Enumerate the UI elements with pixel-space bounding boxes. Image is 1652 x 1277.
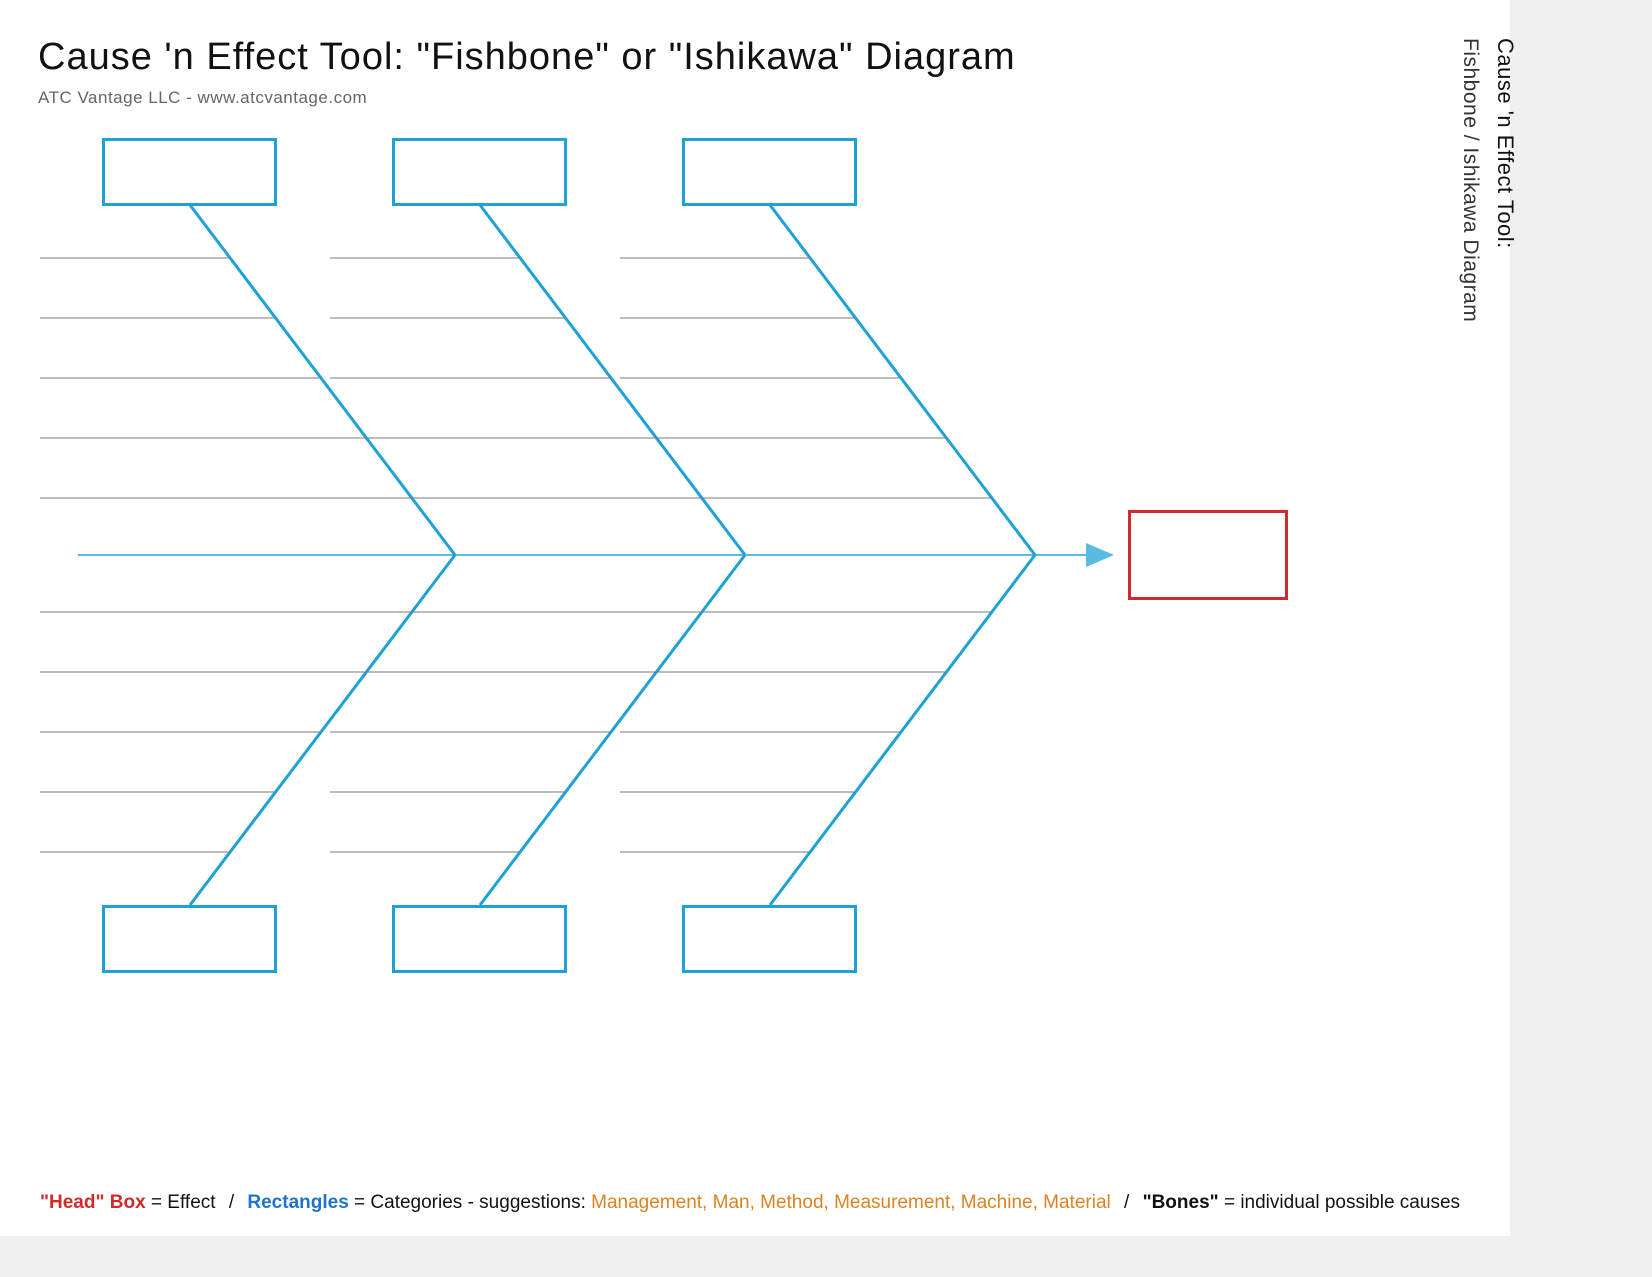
category-box-bot-1 (102, 905, 277, 973)
category-box-bot-3 (682, 905, 857, 973)
legend-rect-eq: = Categories - suggestions: (349, 1192, 591, 1213)
category-box-bot-2 (392, 905, 567, 973)
legend-rect-label: Rectangles (247, 1192, 348, 1213)
legend-sep: / (229, 1192, 240, 1213)
legend-bones-label: "Bones" (1143, 1192, 1219, 1213)
head-effect-box (1128, 510, 1288, 600)
legend-sep: / (1124, 1192, 1135, 1213)
legend-suggestions: Management, Man, Method, Measurement, Ma… (591, 1192, 1111, 1213)
page: Cause 'n Effect Tool: "Fishbone" or "Ish… (0, 0, 1510, 1236)
category-box-top-2 (392, 138, 567, 206)
legend-head-label: "Head" Box (40, 1192, 146, 1213)
category-box-top-1 (102, 138, 277, 206)
legend-bones-eq: = individual possible causes (1219, 1192, 1460, 1213)
category-box-top-3 (682, 138, 857, 206)
legend-head-eq: = Effect (146, 1192, 216, 1213)
legend: "Head" Box = Effect / Rectangles = Categ… (40, 1192, 1470, 1214)
